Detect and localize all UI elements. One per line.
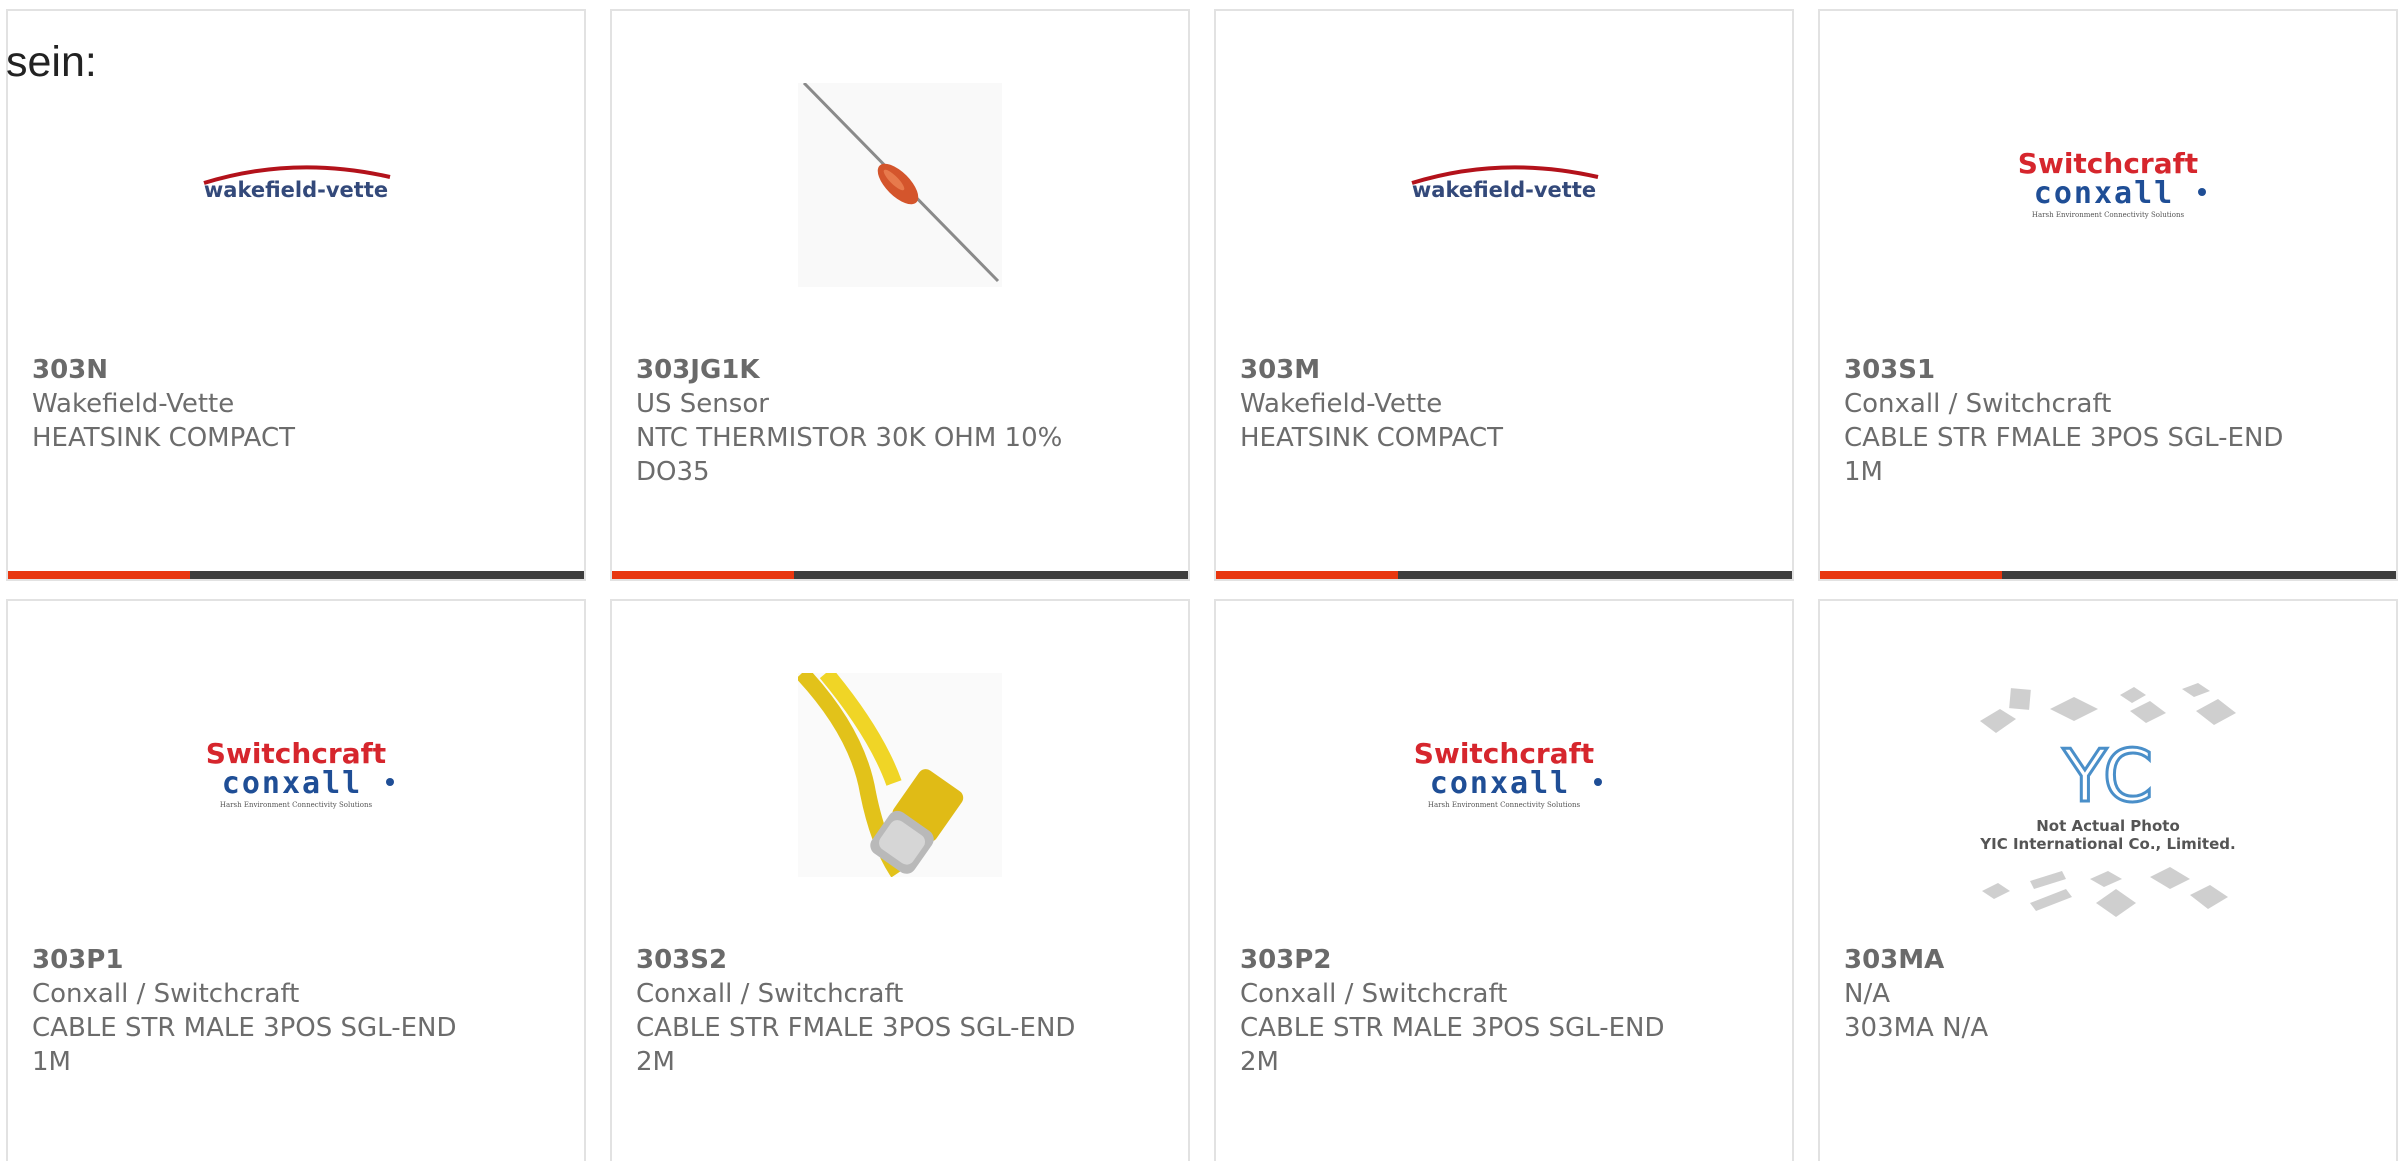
product-info: 303P2 Conxall / Switchcraft CABLE STR MA… — [1240, 943, 1768, 1079]
product-info: 303M Wakefield-Vette HEATSINK COMPACT — [1240, 353, 1768, 455]
manufacturer: Conxall / Switchcraft — [1240, 979, 1508, 1009]
yic-placeholder: YC Not Actual Photo YIC International Co… — [1979, 683, 2236, 917]
switchcraft-conxall-logo: Switchcraft conxall Harsh Environment Co… — [1414, 737, 1602, 809]
yellow-cable-photo — [798, 673, 1002, 877]
manufacturer: N/A — [1844, 979, 1890, 1009]
card-bottom-bar — [1820, 571, 2396, 579]
product-info: 303S2 Conxall / Switchcraft CABLE STR FM… — [636, 943, 1164, 1079]
product-card[interactable]: wakefield-vette 303M Wakefield-Vette HEA… — [1214, 9, 1794, 581]
product-image[interactable]: Switchcraft conxall Harsh Environment Co… — [194, 673, 398, 877]
product-info: 303MA N/A 303MA N/A — [1844, 943, 2372, 1045]
svg-text:conxall: conxall — [1430, 766, 1570, 801]
svg-text:Harsh Environment Connectivity: Harsh Environment Connectivity Solutions — [2032, 211, 2185, 219]
description: HEATSINK COMPACT — [1240, 423, 1503, 453]
card-bottom-bar — [612, 571, 1188, 579]
part-number[interactable]: 303MA — [1844, 943, 2372, 977]
switchcraft-conxall-logo: Switchcraft conxall Harsh Environment Co… — [2018, 147, 2206, 219]
description: NTC THERMISTOR 30K OHM 10% DO35 — [636, 423, 1063, 487]
description: CABLE STR MALE 3POS SGL-END 1M — [32, 1013, 457, 1077]
product-card[interactable]: Switchcraft conxall Harsh Environment Co… — [1214, 599, 1794, 1161]
product-info: 303P1 Conxall / Switchcraft CABLE STR MA… — [32, 943, 560, 1079]
svg-text:conxall: conxall — [222, 766, 362, 801]
part-number[interactable]: 303P1 — [32, 943, 560, 977]
product-card[interactable]: YC Not Actual Photo YIC International Co… — [1818, 599, 2398, 1161]
product-image[interactable]: Switchcraft conxall Harsh Environment Co… — [1402, 673, 1606, 877]
card-bottom-bar — [1216, 571, 1792, 579]
svg-text:wakefield-vette: wakefield-vette — [204, 178, 388, 202]
product-image[interactable]: YC Not Actual Photo YIC International Co… — [1970, 681, 2246, 919]
svg-text:Not Actual Photo: Not Actual Photo — [2036, 817, 2180, 835]
intro-text: sein: — [6, 38, 97, 86]
product-image[interactable] — [798, 673, 1002, 877]
description: 303MA N/A — [1844, 1013, 1989, 1043]
part-number[interactable]: 303M — [1240, 353, 1768, 387]
part-number[interactable]: 303N — [32, 353, 560, 387]
product-card[interactable]: Switchcraft conxall Harsh Environment Co… — [6, 599, 586, 1161]
svg-text:YC: YC — [2062, 734, 2153, 818]
svg-text:wakefield-vette: wakefield-vette — [1412, 178, 1596, 202]
part-number[interactable]: 303JG1K — [636, 353, 1164, 387]
manufacturer: Conxall / Switchcraft — [32, 979, 300, 1009]
thermistor-photo — [798, 83, 1002, 287]
description: CABLE STR MALE 3POS SGL-END 2M — [1240, 1013, 1665, 1077]
product-card[interactable]: 303JG1K US Sensor NTC THERMISTOR 30K OHM… — [610, 9, 1190, 581]
product-card[interactable]: wakefield-vette 303N Wakefield-Vette HEA… — [6, 9, 586, 581]
manufacturer: Wakefield-Vette — [1240, 389, 1443, 419]
description: CABLE STR FMALE 3POS SGL-END 1M — [1844, 423, 2284, 487]
product-card[interactable]: Switchcraft conxall Harsh Environment Co… — [1818, 9, 2398, 581]
product-image[interactable] — [798, 83, 1002, 287]
svg-text:Harsh Environment Connectivity: Harsh Environment Connectivity Solutions — [1428, 801, 1581, 809]
svg-text:Harsh Environment Connectivity: Harsh Environment Connectivity Solutions — [220, 801, 373, 809]
product-card[interactable]: 303S2 Conxall / Switchcraft CABLE STR FM… — [610, 599, 1190, 1161]
manufacturer: Wakefield-Vette — [32, 389, 235, 419]
description: CABLE STR FMALE 3POS SGL-END 2M — [636, 1013, 1076, 1077]
part-number[interactable]: 303P2 — [1240, 943, 1768, 977]
card-bottom-bar — [8, 571, 584, 579]
manufacturer: Conxall / Switchcraft — [1844, 389, 2112, 419]
svg-text:YIC International Co., Limited: YIC International Co., Limited. — [1979, 835, 2235, 853]
product-image[interactable]: wakefield-vette — [1402, 83, 1606, 287]
manufacturer: US Sensor — [636, 389, 769, 419]
product-info: 303S1 Conxall / Switchcraft CABLE STR FM… — [1844, 353, 2372, 489]
svg-text:conxall: conxall — [2034, 176, 2174, 211]
part-number[interactable]: 303S1 — [1844, 353, 2372, 387]
product-image[interactable]: wakefield-vette — [194, 83, 398, 287]
wakefield-vette-logo: wakefield-vette — [203, 165, 391, 202]
switchcraft-conxall-logo: Switchcraft conxall Harsh Environment Co… — [206, 737, 394, 809]
product-grid: wakefield-vette 303N Wakefield-Vette HEA… — [6, 9, 2398, 1161]
wakefield-vette-logo: wakefield-vette — [1411, 165, 1599, 202]
description: HEATSINK COMPACT — [32, 423, 295, 453]
manufacturer: Conxall / Switchcraft — [636, 979, 904, 1009]
product-image[interactable]: Switchcraft conxall Harsh Environment Co… — [2006, 83, 2210, 287]
product-info: 303JG1K US Sensor NTC THERMISTOR 30K OHM… — [636, 353, 1164, 489]
part-number[interactable]: 303S2 — [636, 943, 1164, 977]
product-info: 303N Wakefield-Vette HEATSINK COMPACT — [32, 353, 560, 455]
